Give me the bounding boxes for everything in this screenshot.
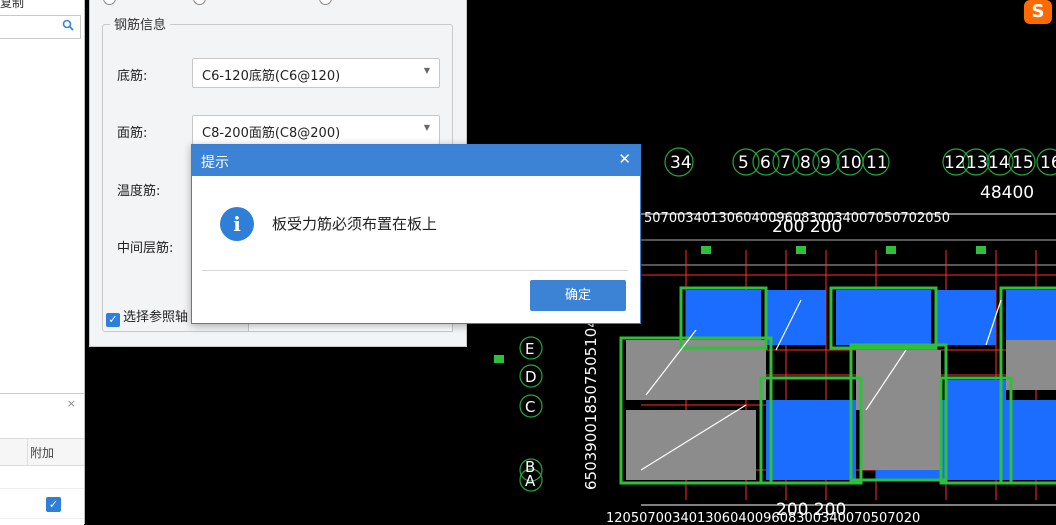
- search-icon[interactable]: [62, 19, 74, 35]
- table-header: 附加: [0, 438, 84, 466]
- axis-label: 12: [944, 153, 966, 173]
- chevron-down-icon: ▼: [423, 66, 430, 75]
- dialog-titlebar: 提示 ✕: [192, 145, 640, 176]
- ok-button[interactable]: 确定: [530, 280, 626, 311]
- axis-label: 11: [866, 153, 888, 173]
- axis-label: 10: [840, 153, 862, 173]
- group-title: 钢筋信息: [110, 14, 171, 33]
- dialog-title: 提示: [201, 155, 229, 171]
- bottom-rebar-value: C6-120底筋(C6@120): [202, 69, 341, 84]
- close-icon[interactable]: ✕: [618, 150, 631, 168]
- radio-button[interactable]: [192, 0, 206, 5]
- radio-button[interactable]: [318, 0, 332, 5]
- top-rebar-select[interactable]: C8-200面筋(C8@200) ▼: [192, 115, 440, 145]
- attribute-panel: × 附加 ✓: [0, 393, 84, 525]
- axis-label-row: D: [525, 368, 537, 386]
- dialog-message: 板受力筋必须布置在板上: [272, 215, 438, 233]
- reference-axis-checkbox[interactable]: ✓ 选择参照轴: [106, 306, 188, 327]
- attach-checkbox[interactable]: ✓: [46, 497, 61, 512]
- axis-label-row: E: [525, 340, 534, 358]
- bottom-rebar-select[interactable]: C6-120底筋(C6@120) ▼: [192, 58, 440, 88]
- bottom-rebar-label: 底筋:: [117, 69, 148, 84]
- top-dimension: 48400: [980, 183, 1034, 203]
- svg-text:507003401306040096083003400705: 5070034013060400960830034007050702050: [644, 211, 950, 226]
- axis-label: 16: [1040, 153, 1056, 173]
- axis-label: 5: [738, 153, 749, 173]
- radio-button[interactable]: [103, 0, 116, 5]
- top-rebar-value: C8-200面筋(C8@200): [202, 126, 341, 141]
- temperature-rebar-label: 温度筋:: [117, 184, 161, 199]
- left-panel-title: 复制: [0, 0, 25, 10]
- sogou-ime-icon[interactable]: S: [1024, 0, 1052, 24]
- axis-label: 8: [800, 153, 811, 173]
- chevron-down-icon: ▼: [423, 123, 430, 132]
- axis-label: 13: [966, 153, 988, 173]
- top-rebar-label: 面筋:: [117, 126, 148, 141]
- axis-label: 15: [1012, 153, 1034, 173]
- checkbox-label: 选择参照轴: [123, 310, 189, 325]
- column-header-attach: 附加: [30, 446, 55, 460]
- axis-label: 6: [760, 153, 771, 173]
- axis-label: 9: [820, 153, 831, 173]
- prompt-dialog: 提示 ✕ i 板受力筋必须布置在板上 确定: [191, 144, 641, 324]
- radio-options: [103, 0, 335, 5]
- axis-label: 7: [780, 153, 791, 173]
- checkbox-checked-icon[interactable]: ✓: [106, 313, 120, 327]
- svg-text:120507003401306040096083003400: 12050700340130604009608300340070507020: [606, 511, 920, 524]
- left-panel: 复制 × 附加 ✓: [0, 0, 85, 525]
- info-icon: i: [220, 207, 254, 241]
- table-row: ✓: [0, 492, 84, 519]
- svg-text:65039001850750510450: 65039001850750510450: [582, 299, 600, 490]
- table-row: [0, 466, 84, 489]
- axis-label: 14: [988, 153, 1010, 173]
- middle-layer-rebar-label: 中间层筋:: [117, 241, 174, 256]
- axis-label-row: A: [525, 472, 536, 490]
- axis-label: 34: [670, 153, 692, 173]
- axis-label-row: C: [525, 398, 535, 416]
- close-icon[interactable]: ×: [67, 397, 76, 410]
- search-input[interactable]: [0, 15, 81, 39]
- divider: [202, 270, 628, 271]
